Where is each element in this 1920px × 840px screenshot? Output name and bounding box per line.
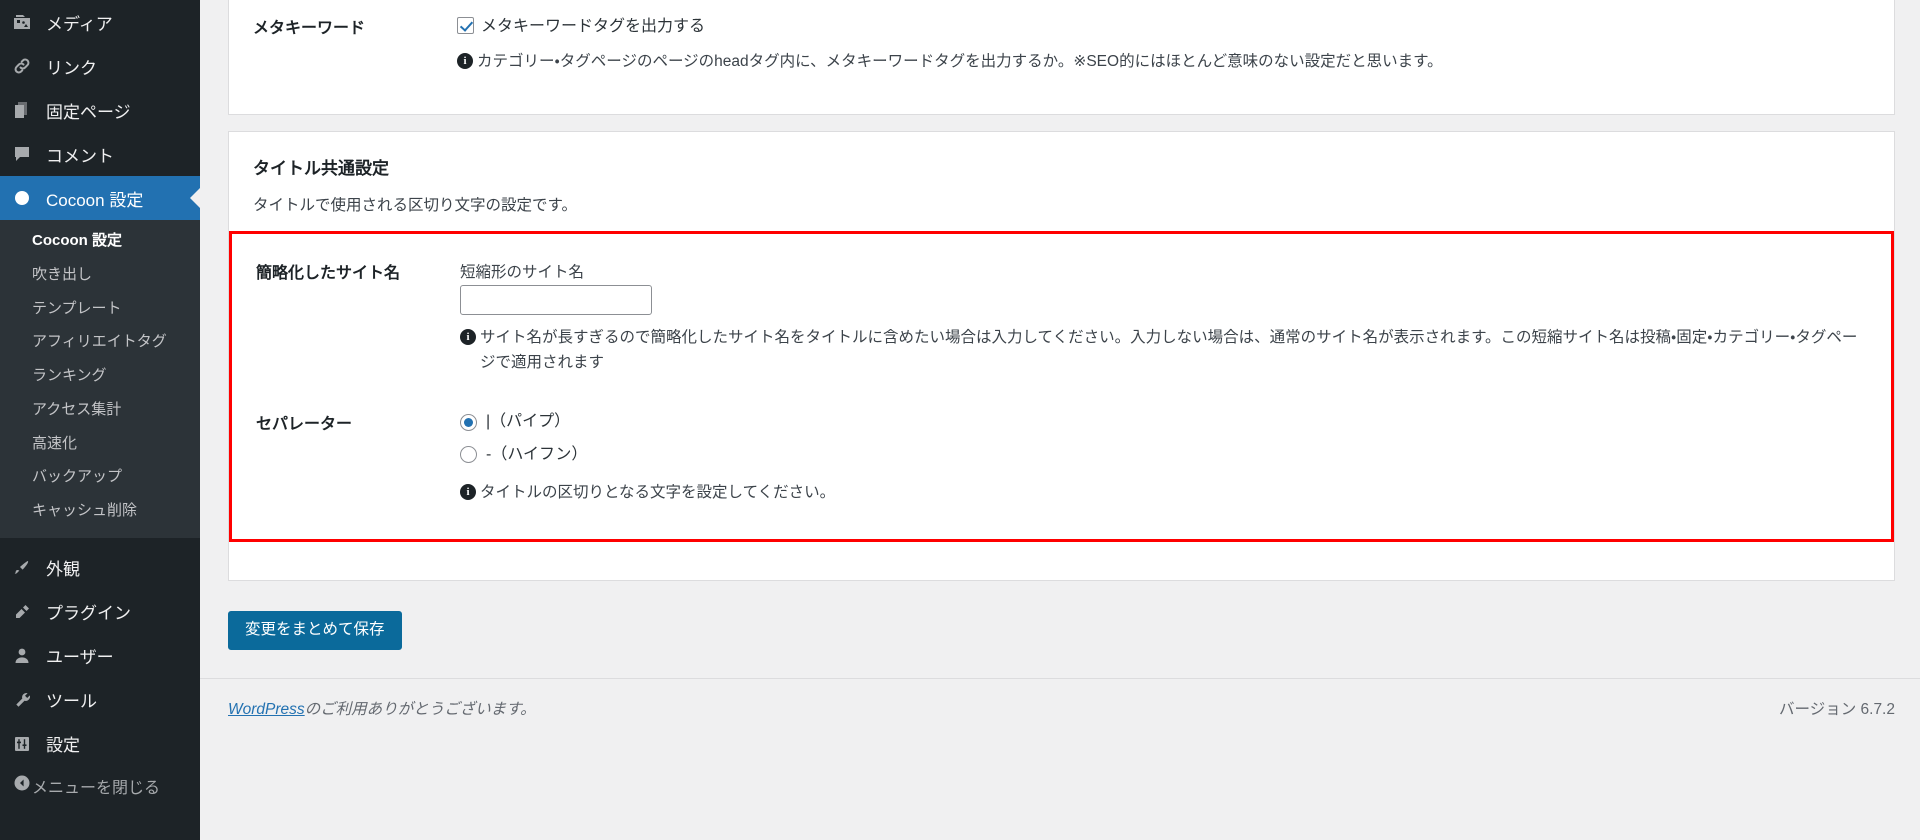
pages-icon: [12, 100, 46, 120]
separator-radio-pipe[interactable]: [460, 414, 477, 432]
save-area: 変更をまとめて保存: [228, 597, 1895, 650]
users-icon: [12, 646, 46, 666]
submenu-item-template[interactable]: テンプレート: [0, 292, 200, 326]
sidebar-item-label: メディア: [46, 14, 113, 34]
sidebar-item-settings[interactable]: 設定: [0, 722, 200, 766]
sidebar-item-comments[interactable]: コメント: [0, 132, 200, 176]
tools-icon: [12, 690, 46, 710]
info-icon: i: [460, 484, 476, 501]
submenu-item-cache-clear[interactable]: キャッシュ削除: [0, 494, 200, 528]
panel-bottom-spacer: [229, 542, 1894, 580]
collapse-arrow-icon: [12, 773, 32, 798]
sidebar-item-label: 外観: [46, 560, 80, 580]
sidebar-lower-menu: 外観 プラグイン ユーザー ツール 設定: [0, 546, 200, 766]
separator-option-pipe[interactable]: |（パイプ）: [460, 411, 1861, 433]
plugins-icon: [12, 602, 46, 622]
meta-keyword-description-text: カテゴリー・タグページのページのheadタグ内に、メタキーワードタグを出力するか…: [477, 53, 1443, 70]
footer-version: バージョン 6.7.2: [1779, 700, 1895, 718]
wordpress-link[interactable]: WordPress: [228, 701, 305, 718]
sidebar-item-label: 固定ページ: [46, 102, 131, 122]
sidebar-submenu: Cocoon 設定 吹き出し テンプレート アフィリエイトタグ ランキング アク…: [0, 220, 200, 538]
appearance-icon: [12, 558, 46, 578]
short-site-name-input[interactable]: [460, 285, 652, 316]
comments-icon: [12, 144, 46, 164]
meta-keyword-checkbox-row[interactable]: メタキーワードタグを出力する: [457, 15, 1864, 39]
separator-description-text: タイトルの区切りとなる文字を設定してください。: [480, 484, 836, 502]
short-site-name-field-label: 短縮形のサイト名: [460, 264, 585, 282]
sidebar-item-label: Cocoon 設定: [46, 190, 144, 210]
short-site-name-row: 簡略化したサイト名 短縮形のサイト名 i サイト名が長すぎるので簡略化したサイト…: [232, 246, 1891, 389]
submenu-item-affiliate-tag[interactable]: アフィリエイトタグ: [0, 325, 200, 359]
submenu-item-access-analytics[interactable]: アクセス集計: [0, 393, 200, 427]
short-site-name-description: i サイト名が長すぎるので簡略化したサイト名をタイトルに含めたい場合は入力してく…: [460, 325, 1861, 375]
sidebar-item-users[interactable]: ユーザー: [0, 634, 200, 678]
meta-keyword-row: メタキーワード メタキーワードタグを出力する i カテゴリー・タグページのページ…: [229, 1, 1894, 88]
submenu-item-backup[interactable]: バックアップ: [0, 460, 200, 494]
sidebar-item-cocoon-settings[interactable]: Cocoon 設定: [0, 176, 200, 220]
separator-label: セパレーター: [256, 416, 353, 434]
link-icon: [12, 56, 46, 76]
submenu-item-ranking[interactable]: ランキング: [0, 359, 200, 393]
admin-sidebar: メディア リンク 固定ページ コメント Cocoon 設定 Cocoon 設定 …: [0, 0, 200, 840]
sidebar-item-media[interactable]: メディア: [0, 0, 200, 44]
cocoon-icon: [12, 188, 46, 208]
info-icon: i: [460, 329, 476, 346]
sidebar-item-tools[interactable]: ツール: [0, 678, 200, 722]
sidebar-item-label: コメント: [46, 146, 114, 166]
collapse-menu-label: メニューを閉じる: [32, 779, 161, 797]
sidebar-item-links[interactable]: リンク: [0, 44, 200, 88]
short-site-name-label: 簡略化したサイト名: [256, 265, 401, 283]
highlighted-settings-group: 簡略化したサイト名 短縮形のサイト名 i サイト名が長すぎるので簡略化したサイト…: [229, 231, 1894, 543]
title-settings-panel: タイトル共通設定 タイトルで使用される区切り文字の設定です。 簡略化したサイト名…: [228, 131, 1895, 582]
panel-title: タイトル共通設定: [253, 159, 389, 179]
sidebar-item-pages[interactable]: 固定ページ: [0, 88, 200, 132]
sidebar-item-label: ツール: [46, 692, 97, 712]
save-all-changes-button[interactable]: 変更をまとめて保存: [228, 611, 402, 650]
media-icon: [12, 12, 46, 32]
meta-keyword-checkbox[interactable]: [457, 17, 474, 34]
submenu-item-cocoon-settings[interactable]: Cocoon 設定: [0, 224, 200, 258]
separator-row: セパレーター |（パイプ） -（ハイフン） i タイトルの区切りとなる文字を設定…: [232, 389, 1891, 519]
sidebar-item-label: リンク: [46, 58, 97, 78]
separator-option-label: |（パイプ）: [486, 413, 571, 431]
short-site-name-description-text: サイト名が長すぎるので簡略化したサイト名をタイトルに含めたい場合は入力してくださ…: [480, 329, 1858, 372]
collapse-menu-button[interactable]: メニューを閉じる: [0, 766, 200, 806]
meta-keyword-label: メタキーワード: [253, 20, 366, 37]
sidebar-item-appearance[interactable]: 外観: [0, 546, 200, 590]
footer-thanks-text: のご利用ありがとうございます。: [304, 700, 536, 718]
sidebar-item-plugins[interactable]: プラグイン: [0, 590, 200, 634]
sidebar-item-label: プラグイン: [46, 604, 131, 624]
admin-footer: WordPressのご利用ありがとうございます。 バージョン 6.7.2: [200, 677, 1920, 719]
meta-keyword-panel: メタキーワード メタキーワードタグを出力する i カテゴリー・タグページのページ…: [228, 0, 1895, 116]
footer-thanks: WordPressのご利用ありがとうございます。: [228, 697, 536, 719]
separator-description: i タイトルの区切りとなる文字を設定してください。: [460, 480, 1861, 505]
separator-option-label: -（ハイフン）: [486, 445, 588, 463]
submenu-item-speech-balloon[interactable]: 吹き出し: [0, 258, 200, 292]
separator-option-hyphen[interactable]: -（ハイフン）: [460, 444, 1861, 466]
info-icon: i: [457, 53, 473, 69]
panel-subtitle: タイトルで使用される区切り文字の設定です。: [253, 197, 577, 215]
submenu-item-speedup[interactable]: 高速化: [0, 427, 200, 461]
settings-icon: [12, 734, 46, 754]
sidebar-item-label: 設定: [46, 736, 80, 756]
main-content: メタキーワード メタキーワードタグを出力する i カテゴリー・タグページのページ…: [200, 0, 1920, 840]
separator-radio-hyphen[interactable]: [460, 446, 477, 464]
sidebar-item-label: ユーザー: [46, 648, 114, 668]
admin-page: メディア リンク 固定ページ コメント Cocoon 設定 Cocoon 設定 …: [0, 0, 1920, 840]
meta-keyword-description: i カテゴリー・タグページのページのheadタグ内に、メタキーワードタグを出力す…: [457, 49, 1864, 74]
meta-keyword-checkbox-label: メタキーワードタグを出力する: [481, 18, 706, 35]
